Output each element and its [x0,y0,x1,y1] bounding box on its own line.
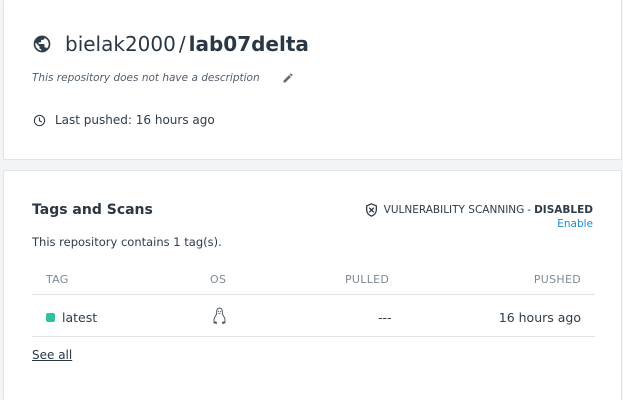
repository-owner[interactable]: bielak2000 [65,32,176,56]
status-dot [46,313,55,322]
last-pushed-text: Last pushed: 16 hours ago [55,113,215,127]
column-header-pulled: PULLED [345,273,390,286]
repository-description: This repository does not have a descript… [32,72,260,84]
tag-name[interactable]: latest [62,310,97,325]
last-pushed-row: Last pushed: 16 hours ago [33,113,215,127]
linux-icon [212,307,227,325]
see-all-link[interactable]: See all [32,348,72,362]
repository-description-row: This repository does not have a descript… [32,72,294,84]
table-header: TAG OS PULLED PUSHED [32,259,595,295]
column-header-pushed: PUSHED [533,273,581,286]
edit-pencil-icon[interactable] [282,72,294,84]
tags-and-scans-card: Tags and Scans VULNERABILITY SCANNING - … [3,170,622,400]
shield-x-icon [365,203,378,217]
vulnerability-separator: - [527,204,532,216]
pushed-cell: 16 hours ago [498,310,581,325]
repository-name: lab07delta [188,32,309,56]
repository-header-card: bielak2000 / lab07delta This repository … [3,0,622,160]
tags-table: TAG OS PULLED PUSHED latest --- 16 hours… [32,259,595,337]
vulnerability-scanning-status: VULNERABILITY SCANNING - DISABLED [365,203,593,217]
tags-count-text: This repository contains 1 tag(s). [32,235,222,249]
repository-title: bielak2000 / lab07delta [32,32,309,56]
clock-icon [33,114,46,127]
globe-icon [32,34,52,54]
vulnerability-label: VULNERABILITY SCANNING [383,204,525,216]
table-row: latest --- 16 hours ago [32,295,595,337]
vulnerability-status: DISABLED [534,204,593,216]
enable-scanning-link[interactable]: Enable [557,218,593,230]
pulled-cell: --- [378,310,392,325]
tags-heading: Tags and Scans [32,202,153,218]
column-header-os: OS [210,273,227,286]
column-header-tag: TAG [46,273,69,286]
repository-separator: / [178,32,186,56]
tag-cell[interactable]: latest [46,310,97,325]
